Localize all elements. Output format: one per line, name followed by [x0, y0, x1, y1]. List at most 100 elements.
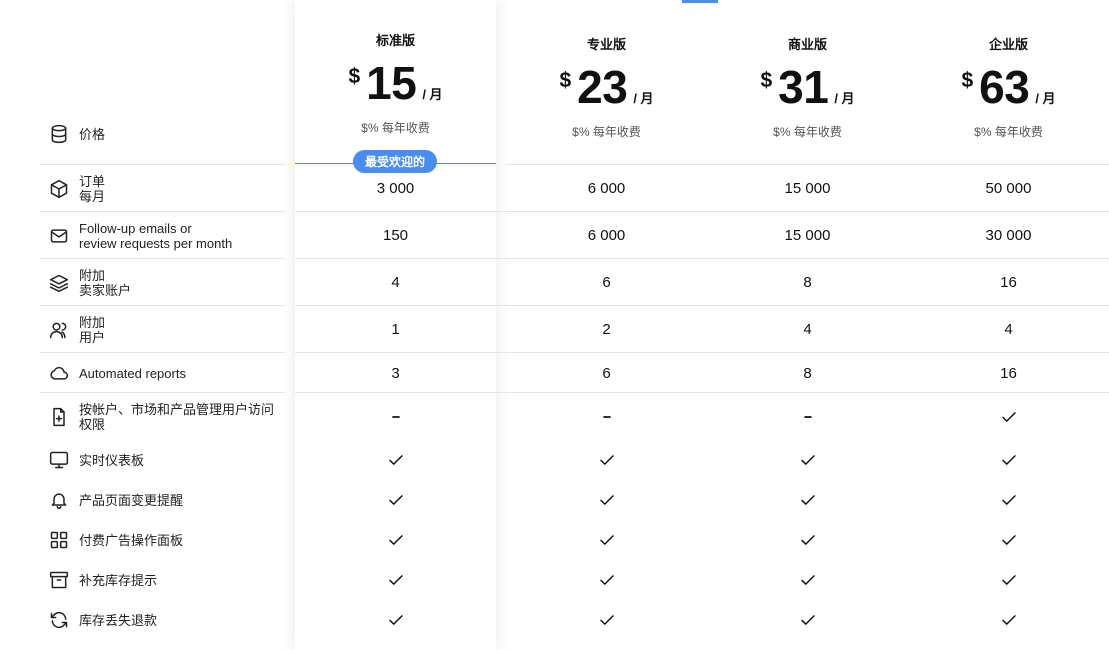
check-icon [506, 480, 707, 520]
check-icon [506, 520, 707, 560]
feature-value: 16 [1000, 274, 1017, 291]
plan-price: $31 / 月 [707, 61, 908, 113]
feature-value: 4 [1004, 321, 1013, 338]
plan-price: $23 / 月 [506, 61, 707, 113]
plan-name: 标准版 [375, 33, 415, 48]
plan-amount: 23 [577, 61, 628, 113]
feature-label: 附加 用户 [79, 314, 106, 345]
feature-row: Automated reports [40, 353, 285, 393]
plan-amount: 31 [778, 61, 829, 113]
feature-row: 订单 每月 [40, 165, 285, 212]
dash-icon [295, 393, 496, 440]
plan-price: $63 / 月 [908, 61, 1109, 113]
check-icon [295, 480, 496, 520]
check-icon [908, 560, 1109, 600]
check-icon [295, 560, 496, 600]
feature-row: 实时仪表板 [40, 440, 285, 480]
check-icon [295, 600, 496, 640]
feature-value: 8 [803, 364, 812, 382]
feature-value: 6 000 [587, 180, 626, 197]
feature-row: 产品页面变更提醒 [40, 480, 285, 520]
feature-value: 6 [602, 274, 611, 291]
plan-billing-note: $% 每年收费 [572, 125, 641, 139]
check-icon [506, 600, 707, 640]
feature-value: 1 [391, 321, 400, 338]
feature-value: 6 [602, 364, 611, 382]
mail-icon [49, 226, 69, 246]
plan-name: 企业版 [988, 37, 1028, 52]
feature-value: 3 [391, 364, 400, 382]
feature-row: 补充库存提示 [40, 560, 285, 600]
plan-amount: 63 [979, 61, 1030, 113]
plan-period: / 月 [422, 87, 443, 102]
feature-label: 附加 卖家账户 [79, 267, 132, 298]
feature-value: 150 [382, 227, 409, 244]
check-icon [707, 480, 908, 520]
feature-row: 库存丢失退款 [40, 600, 285, 640]
feature-label: 订单 每月 [79, 173, 106, 204]
plan-currency: $ [559, 69, 572, 92]
check-icon [295, 520, 496, 560]
check-icon [707, 520, 908, 560]
feature-value: 16 [1000, 364, 1017, 382]
feature-label: Automated reports [79, 365, 186, 381]
feature-value: 30 000 [985, 227, 1032, 244]
users-icon [49, 320, 69, 340]
feature-label: 产品页面变更提醒 [79, 492, 184, 508]
feature-label: 实时仪表板 [79, 452, 145, 468]
check-icon [908, 600, 1109, 640]
dash-icon [707, 393, 908, 440]
check-icon [707, 560, 908, 600]
archive-icon [49, 570, 69, 590]
feature-value: 50 000 [985, 180, 1032, 197]
check-icon [707, 440, 908, 480]
grid-icon [49, 530, 69, 550]
feature-label: 按帐户、市场和产品管理用户访问 权限 [79, 401, 275, 432]
plan-amount: 15 [366, 57, 417, 109]
feature-value: 4 [803, 321, 812, 338]
check-icon [908, 480, 1109, 520]
cloud-icon [49, 363, 69, 383]
check-icon [506, 560, 707, 600]
feature-row: 付费广告操作面板 [40, 520, 285, 560]
plan-period: / 月 [1035, 91, 1056, 106]
feature-label: 付费广告操作面板 [79, 532, 184, 548]
bell-icon [49, 490, 69, 510]
check-icon [707, 600, 908, 640]
plan-billing-note: $% 每年收费 [361, 121, 430, 135]
feature-row: 按帐户、市场和产品管理用户访问 权限 [40, 393, 285, 440]
monitor-icon [49, 450, 69, 470]
plan-period: / 月 [633, 91, 654, 106]
feature-label: 库存丢失退款 [79, 612, 158, 628]
feature-value: 15 000 [784, 180, 831, 197]
layers-icon [49, 273, 69, 293]
feature-value: 2 [602, 321, 611, 338]
plan-name: 专业版 [586, 37, 626, 52]
feature-row-price: 价格 [40, 122, 285, 146]
plan-period: / 月 [834, 91, 855, 106]
plan-billing-note: $% 每年收费 [974, 125, 1043, 139]
feature-row: 附加 卖家账户 [40, 259, 285, 306]
check-icon [908, 393, 1109, 440]
dash-icon [506, 393, 707, 440]
feature-label-price: 价格 [79, 126, 106, 142]
plan-currency: $ [348, 65, 361, 88]
most-popular-badge: 最受欢迎的 [353, 150, 437, 173]
check-icon [908, 520, 1109, 560]
plan-currency: $ [961, 69, 974, 92]
check-icon [295, 440, 496, 480]
plan-price: $15 / 月 [295, 57, 496, 109]
feature-label: 补充库存提示 [79, 572, 158, 588]
feature-row: 附加 用户 [40, 306, 285, 353]
plan-currency: $ [760, 69, 773, 92]
feature-label: Follow-up emails or review requests per … [79, 220, 233, 251]
feature-value: 8 [803, 274, 812, 291]
plan-billing-note: $% 每年收费 [773, 125, 842, 139]
check-icon [908, 440, 1109, 480]
check-icon [506, 440, 707, 480]
plan-name: 商业版 [787, 37, 827, 52]
refresh-icon [49, 610, 69, 630]
feature-value: 4 [391, 274, 400, 291]
box-icon [49, 179, 69, 199]
database-icon [49, 124, 69, 144]
